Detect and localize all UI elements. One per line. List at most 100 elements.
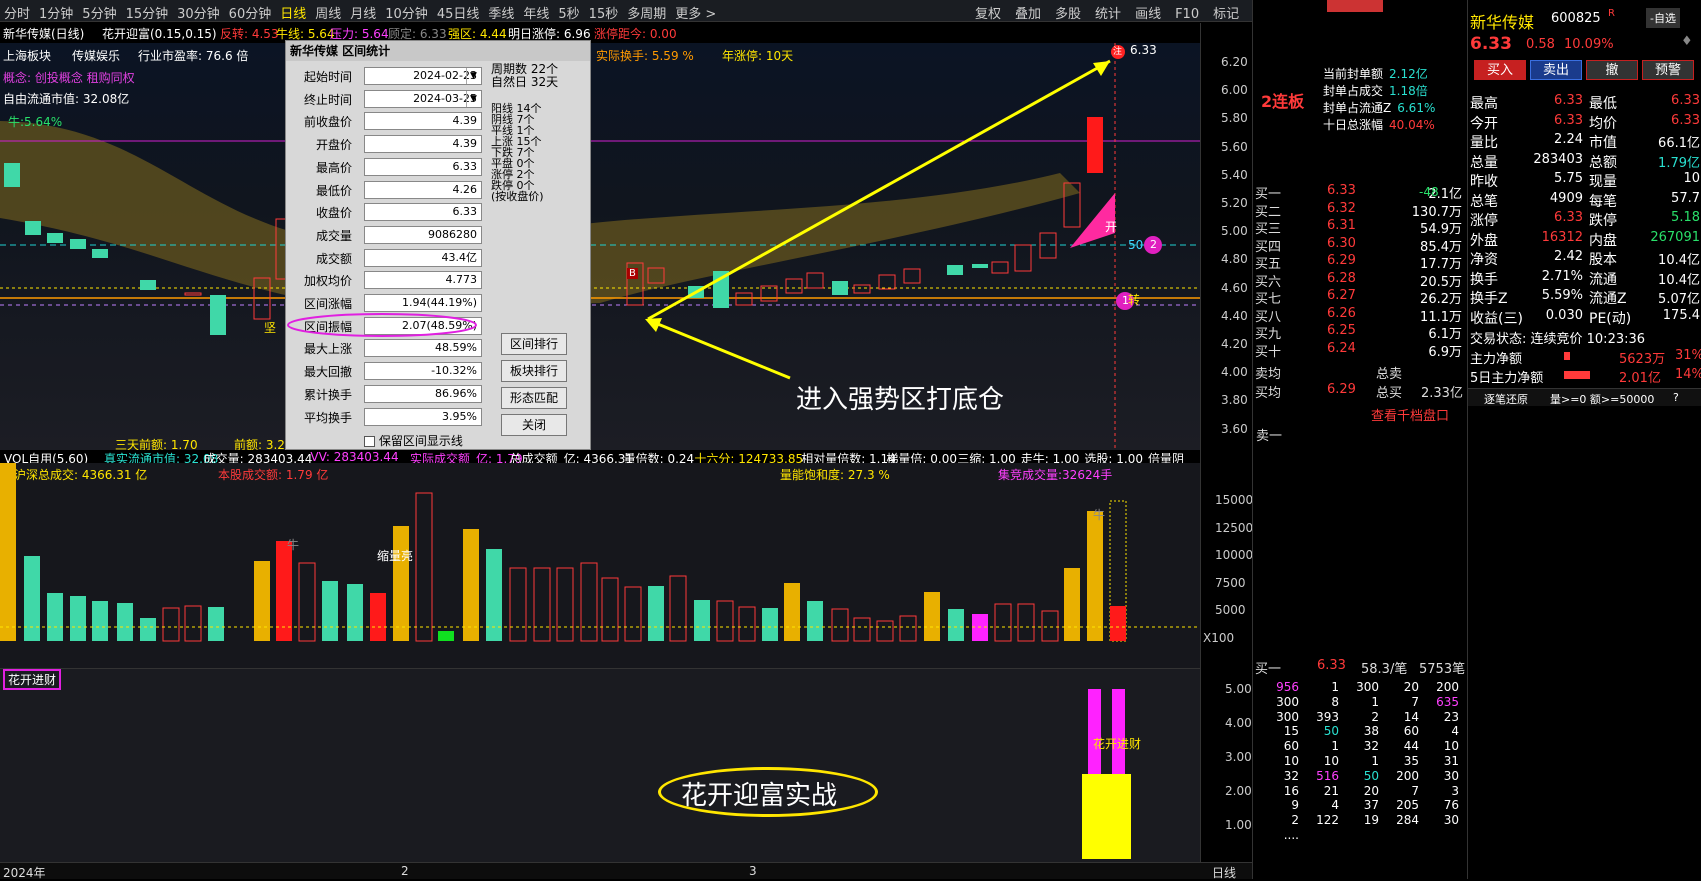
dialog-row-value: 3.95%	[364, 407, 482, 426]
candle-stat: (按收盘价)	[491, 190, 544, 203]
tool-4[interactable]: 画线	[1135, 7, 1161, 22]
bid-level: 买九	[1255, 327, 1282, 342]
ind-tick: 3.00	[1225, 750, 1252, 764]
volume-bar	[509, 567, 527, 642]
niu-mark: 牛	[287, 538, 300, 552]
candle	[947, 265, 963, 275]
volume-bar	[533, 567, 551, 642]
bid-row[interactable]: 买九 6.25 6.1万	[1253, 323, 1468, 342]
bid-row[interactable]: 买七 6.27 26.2万	[1253, 288, 1468, 307]
period-tab-16[interactable]: 更多 >	[675, 7, 716, 22]
volume-bar	[370, 593, 386, 641]
period-tab-9[interactable]: 10分钟	[385, 7, 428, 22]
zhangting-distance: 涨停距今: 0.00	[594, 27, 677, 41]
dialog-row-value[interactable]: 2024-02-23	[364, 67, 482, 85]
b-marker: B	[627, 268, 638, 279]
tool-1[interactable]: 叠加	[1015, 7, 1041, 22]
trade-button-3[interactable]: 预警	[1642, 60, 1694, 80]
quote-label: 昨收	[1470, 174, 1498, 190]
quote-value: 175.4	[1662, 307, 1700, 323]
close-button[interactable]: 关闭	[501, 414, 567, 436]
period-tab-8[interactable]: 月线	[350, 7, 376, 22]
tool-5[interactable]: F10	[1175, 7, 1199, 22]
indicator-name[interactable]: 花开迎富(0.15,0.15)	[102, 25, 217, 42]
pattern-match-button[interactable]: 形态匹配	[501, 387, 567, 409]
volume-bar	[669, 575, 687, 642]
quote-label: 今开	[1470, 115, 1498, 132]
quote-value: 10	[1683, 171, 1700, 186]
queue-cell: 516	[1316, 768, 1339, 783]
b1-count: 5753笔	[1419, 662, 1466, 677]
up-arrow-icon[interactable]	[1327, 0, 1383, 12]
vol-stat-2: VV: 283403.44	[310, 450, 399, 464]
indicator-label[interactable]: 花开进财	[3, 669, 62, 690]
bid-row[interactable]: 买二 6.32 130.7万	[1253, 201, 1468, 220]
zl2-pct: 14%	[1675, 367, 1701, 382]
trade-button-0[interactable]: 买入	[1474, 60, 1526, 80]
bid-amount: 11.1万	[1420, 309, 1462, 325]
chart-title-line: 新华传媒(日线) 花开迎富(0.15,0.15) 反转: 4.53 牛线: 5.…	[0, 23, 1200, 43]
period-label[interactable]: 日线	[1212, 864, 1236, 881]
chevron-down-icon[interactable]: ▼	[466, 68, 480, 84]
period-tab-10[interactable]: 45日线	[437, 7, 480, 22]
bid-row[interactable]: 买四 6.30 85.4万	[1253, 236, 1468, 255]
volume-bar	[24, 556, 40, 641]
help-icon[interactable]: ?	[1673, 391, 1679, 404]
qiandang-link[interactable]: 查看千档盘口	[1371, 405, 1449, 424]
period-tab-4[interactable]: 30分钟	[177, 7, 220, 22]
dialog-row-value[interactable]: 2024-03-25	[364, 89, 482, 108]
candle	[735, 292, 753, 306]
sector-label: 传媒娱乐	[72, 49, 121, 63]
tool-3[interactable]: 统计	[1095, 7, 1121, 22]
period-tab-11[interactable]: 季线	[488, 7, 514, 22]
chevron-down-icon[interactable]: ▼	[466, 90, 480, 107]
bid-row[interactable]: 买五 6.29 17.7万	[1253, 253, 1468, 272]
volume-bar	[924, 592, 940, 641]
tool-2[interactable]: 多股	[1055, 7, 1081, 22]
range-rank-button[interactable]: 区间排行	[501, 333, 567, 355]
period-tab-13[interactable]: 5秒	[558, 7, 579, 22]
bid-row[interactable]: 买三 6.31 54.9万	[1253, 218, 1468, 237]
volume-bar	[1110, 606, 1126, 641]
period-tab-12[interactable]: 年线	[523, 7, 549, 22]
bell-icon[interactable]: ♦	[1681, 34, 1693, 49]
bid-row[interactable]: 买六 6.28 20.5万	[1253, 271, 1468, 290]
trade-button-1[interactable]: 卖出	[1530, 60, 1582, 80]
period-tab-15[interactable]: 多周期	[627, 7, 666, 22]
candlestick-chart[interactable]: 上海板块 传媒娱乐 行业市盈率: 76.6 倍 概念: 创投概念 租购同权 自由…	[0, 43, 1200, 452]
period-tab-6[interactable]: 日线	[280, 7, 306, 22]
quote-value: 5.07亿	[1658, 292, 1700, 307]
mjun-price: 6.29	[1327, 382, 1356, 397]
bid-row[interactable]: 买十 6.24 6.9万	[1253, 341, 1468, 360]
tool-6[interactable]: 标记	[1213, 7, 1239, 22]
candle	[903, 268, 921, 284]
dialog-row-label: 区间振幅	[303, 319, 352, 334]
keep-range-checkbox[interactable]: 保留区间显示线	[364, 432, 463, 449]
add-watchlist-button[interactable]: -自选	[1646, 8, 1680, 28]
volume-bar	[948, 609, 964, 641]
bid-row[interactable]: 买八 6.26 11.1万	[1253, 306, 1468, 325]
candle	[184, 292, 202, 296]
volume-bar	[556, 567, 574, 642]
zl2-value: 2.01亿	[1619, 371, 1661, 386]
fengdan-label: 十日总涨幅	[1323, 118, 1384, 132]
price-pct: 10.09%	[1564, 37, 1614, 52]
zhubi-toggle[interactable]: 逐笔还原	[1484, 391, 1528, 407]
trade-button-2[interactable]: 撤	[1586, 60, 1638, 80]
volume-bar	[47, 593, 63, 641]
filter-setting[interactable]: 量>=0 额>=50000	[1550, 391, 1654, 407]
period-tab-3[interactable]: 15分钟	[126, 7, 169, 22]
period-tab-7[interactable]: 周线	[315, 7, 341, 22]
lianban-label: 2连板	[1261, 92, 1305, 111]
bid-level: 买四	[1255, 239, 1282, 255]
candle	[4, 163, 20, 187]
sector-rank-button[interactable]: 板块排行	[501, 360, 567, 382]
period-tab-14[interactable]: 15秒	[589, 7, 619, 22]
tool-0[interactable]: 复权	[975, 7, 1001, 22]
bid-level: 买六	[1255, 274, 1282, 290]
period-tab-2[interactable]: 5分钟	[82, 7, 116, 22]
quote-value: 5.75	[1554, 171, 1583, 186]
period-tab-0[interactable]: 分时	[4, 7, 30, 22]
period-tab-5[interactable]: 60分钟	[229, 7, 272, 22]
period-tab-1[interactable]: 1分钟	[39, 7, 73, 22]
